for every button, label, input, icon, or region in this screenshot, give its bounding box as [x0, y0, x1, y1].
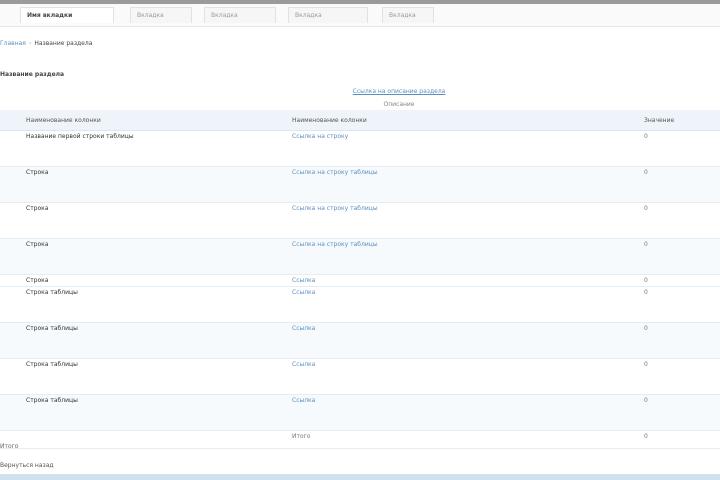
table-row: Строка таблицы Ссылка 0	[0, 286, 720, 323]
table-row: Строка Ссылка 0	[0, 274, 720, 287]
row-name: Название первой строки таблицы	[26, 133, 134, 140]
row-value: 0	[644, 289, 648, 296]
tab-5[interactable]: Вкладка	[382, 7, 434, 23]
row-name: Строка	[26, 169, 49, 176]
table-header-row: Наименование колонки Наименование колонк…	[0, 110, 720, 131]
row-name	[26, 431, 290, 433]
row-name: Строка таблицы	[26, 289, 78, 296]
tab-2[interactable]: Вкладка	[130, 7, 192, 23]
table-row: Строка Ссылка на строку таблицы 0	[0, 166, 720, 203]
table-row: Строка таблицы Ссылка 0	[0, 394, 720, 431]
table-row: Название первой строки таблицы Ссылка на…	[0, 130, 720, 167]
bottom-status-bar	[0, 474, 720, 480]
row-name: Строка	[26, 241, 49, 248]
row-name: Строка таблицы	[26, 361, 78, 368]
row-link[interactable]: Ссылка на строку	[292, 131, 640, 140]
column-header-name[interactable]: Наименование колонки	[0, 110, 290, 131]
row-value: 0	[644, 325, 648, 332]
row-value: 0	[644, 397, 648, 404]
row-link[interactable]: Ссылка	[292, 395, 640, 404]
row-name: Строка таблицы	[26, 325, 78, 332]
row-value: 0	[644, 361, 648, 368]
section-title: Название раздела	[0, 71, 65, 78]
tab-4[interactable]: Вкладка	[288, 7, 368, 23]
row-value: 0	[644, 241, 648, 248]
row-link[interactable]: Ссылка	[292, 275, 640, 284]
row-name: Строка таблицы	[26, 397, 78, 404]
table-row: Строка таблицы Ссылка 0	[0, 358, 720, 395]
table-row: Строка Ссылка на строку таблицы 0	[0, 238, 720, 275]
row-link[interactable]: Ссылка на строку таблицы	[292, 203, 640, 212]
table-row: Строка таблицы Ссылка 0	[0, 322, 720, 359]
total-value: 0	[644, 433, 648, 440]
column-header-link[interactable]: Наименование колонки	[290, 110, 640, 131]
row-link[interactable]: Ссылка на строку таблицы	[292, 167, 640, 176]
row-value: 0	[644, 277, 648, 284]
row-link[interactable]: Ссылка	[292, 287, 640, 296]
back-link[interactable]: Вернуться назад	[0, 462, 54, 469]
row-link[interactable]: Ссылка	[292, 359, 640, 368]
breadcrumb-current: Название раздела	[34, 40, 93, 47]
tab-3[interactable]: Вкладка	[204, 7, 276, 23]
breadcrumb-root-link[interactable]: Главная	[0, 40, 26, 47]
row-value: 0	[644, 133, 648, 140]
table-total-row: Итого 0	[0, 430, 720, 449]
data-table: Наименование колонки Наименование колонк…	[0, 110, 720, 449]
total-label: Итого	[292, 433, 311, 440]
row-link[interactable]: Ссылка	[292, 323, 640, 332]
row-value: 0	[644, 205, 648, 212]
footer-note: Итого	[0, 443, 19, 450]
section-description-link[interactable]: Ссылка на описание раздела	[337, 88, 461, 95]
column-header-value[interactable]: Значение	[640, 110, 720, 131]
row-value: 0	[644, 169, 648, 176]
row-name: Строка	[26, 205, 49, 212]
section-note: Описание	[383, 101, 415, 108]
table-row: Строка Ссылка на строку таблицы 0	[0, 202, 720, 239]
row-link[interactable]: Ссылка на строку таблицы	[292, 239, 640, 248]
row-name: Строка	[26, 277, 49, 284]
breadcrumb: Главная › Название раздела	[0, 40, 92, 47]
tab-bar: Имя вкладки Вкладка Вкладка Вкладка Вкла…	[0, 4, 720, 27]
tab-1[interactable]: Имя вкладки	[20, 7, 114, 23]
